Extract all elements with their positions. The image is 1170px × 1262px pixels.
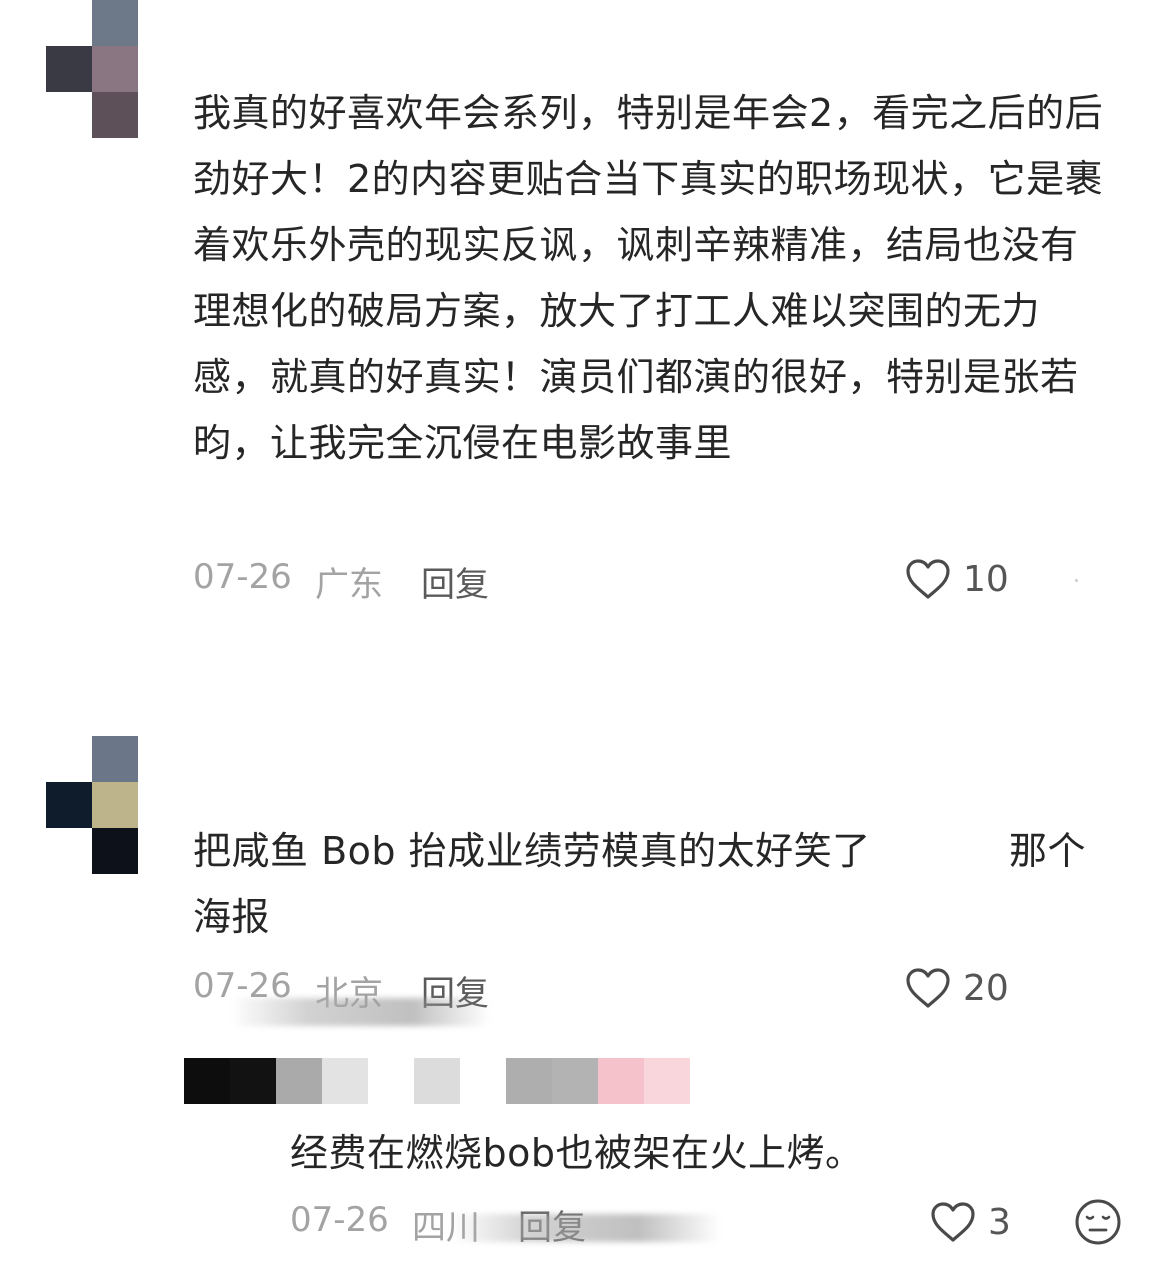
comment-text: 把咸鱼 Bob 抬成业绩劳模真的太好笑了 那个海报	[193, 829, 1086, 939]
reply-text: 经费在燃烧bob也被架在火上烤。	[290, 1131, 864, 1175]
comment-text: 我真的好喜欢年会系列，特别是年会2，看完之后的后劲好大！2的内容更贴合当下真实的…	[193, 91, 1104, 465]
like-count: 20	[963, 967, 1009, 1009]
like-button[interactable]: 3	[930, 1201, 1011, 1243]
emoji-button[interactable]	[1073, 1197, 1123, 1251]
comment-location: 广东	[315, 565, 383, 605]
like-button[interactable]: 10	[905, 558, 1009, 600]
heart-outline-icon	[906, 559, 950, 599]
avatar[interactable]	[46, 0, 138, 138]
heart-outline-icon	[906, 968, 950, 1008]
like-button[interactable]: 20	[905, 967, 1009, 1009]
watermark-smudge	[230, 998, 490, 1026]
reply-button[interactable]: 回复	[421, 557, 489, 606]
like-count: 10	[963, 558, 1009, 600]
divider-dot	[1075, 579, 1078, 582]
reply-username-mosaic[interactable]	[184, 1058, 690, 1104]
avatar[interactable]	[46, 736, 138, 874]
emoji-face-icon	[1075, 1199, 1121, 1245]
comment-date: 07-26	[193, 557, 292, 597]
like-count: 3	[988, 1201, 1011, 1243]
reply-date: 07-26	[290, 1200, 389, 1240]
watermark-smudge	[450, 1214, 720, 1242]
heart-outline-icon	[931, 1202, 975, 1242]
